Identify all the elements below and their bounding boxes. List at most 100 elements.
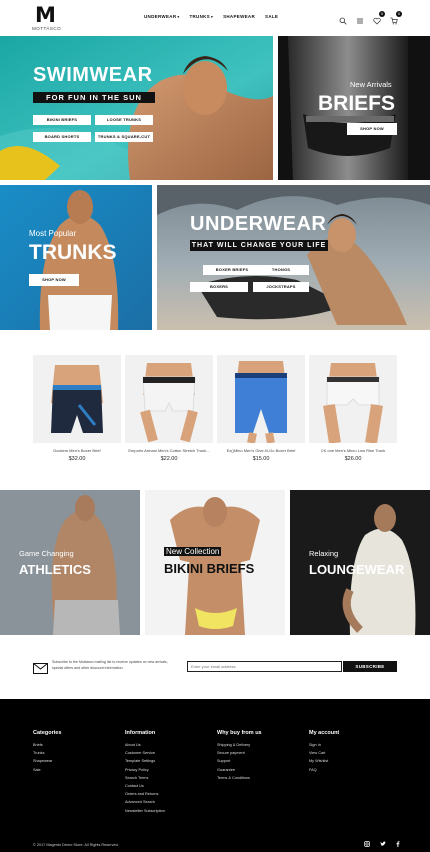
nav-sale-label: SALE bbox=[265, 14, 279, 19]
footer-heading: Information bbox=[125, 730, 156, 736]
athletics-kicker: Game Changing bbox=[19, 549, 74, 558]
newsletter-email-input[interactable] bbox=[187, 661, 342, 672]
footer-link[interactable]: Contact Us bbox=[125, 784, 165, 788]
nav-shapewear[interactable]: SHAPEWEAR bbox=[223, 14, 255, 19]
footer-information: Information About Us Customer Service Te… bbox=[125, 730, 165, 817]
trunks-shop-now-button[interactable]: SHOP NOW bbox=[29, 274, 79, 286]
trunks-title: TRUNKS bbox=[29, 241, 117, 264]
footer-link[interactable]: Terms & Conditions bbox=[217, 776, 262, 780]
header-icons: 0 0 bbox=[339, 11, 402, 25]
footer-my-account: My account Sign In View Cart My Wishlist… bbox=[309, 730, 339, 776]
underwear-photo bbox=[157, 185, 430, 330]
product-image[interactable] bbox=[309, 355, 397, 443]
search-icon[interactable] bbox=[339, 12, 347, 25]
nav-trunks-label: TRUNKS bbox=[189, 14, 210, 19]
footer-link[interactable]: Privacy Policy bbox=[125, 768, 165, 772]
product-card: Ex()Mino Men's Give-N-Go Boxer Brief $15… bbox=[217, 355, 305, 462]
product-price: $32.00 bbox=[68, 456, 86, 462]
product-name[interactable]: Emporio Armani Men's Cotton Stretch Trun… bbox=[125, 448, 213, 453]
nav-underwear[interactable]: UNDERWEAR▾ bbox=[144, 14, 179, 19]
footer-link[interactable]: Sale bbox=[33, 768, 61, 772]
swimwear-banner[interactable]: SWIMWEAR FOR FUN IN THE SUN BIKINI BRIEF… bbox=[0, 36, 273, 180]
footer-link[interactable]: Template Settings bbox=[125, 759, 165, 763]
product-card: Dockers Men's Boxer Brief $32.00 bbox=[33, 355, 121, 462]
main-nav: UNDERWEAR▾ TRUNKS▾ SHAPEWEAR SALE bbox=[144, 14, 278, 19]
bikini-briefs-kicker-text: New Collection bbox=[166, 547, 220, 556]
twitter-icon[interactable] bbox=[380, 841, 386, 849]
nav-shapewear-label: SHAPEWEAR bbox=[223, 14, 256, 19]
product-price: $15.00 bbox=[252, 456, 270, 462]
footer-link[interactable]: Support bbox=[217, 759, 262, 763]
briefs-banner[interactable]: New Arrivals BRIEFS SHOP NOW bbox=[278, 36, 430, 180]
logo-name: MOTTASCO bbox=[32, 26, 62, 31]
footer-heading: Why buy from us bbox=[217, 730, 262, 736]
footer-link[interactable]: Search Terms bbox=[125, 776, 165, 780]
footer-link[interactable]: Briefs bbox=[33, 743, 61, 747]
product-name[interactable]: Dockers Men's Boxer Brief bbox=[33, 448, 121, 453]
footer-categories: Categories Briefs Trunks Shapewear Sale bbox=[33, 730, 61, 776]
product-card: Emporio Armani Men's Cotton Stretch Trun… bbox=[125, 355, 213, 462]
footer-link[interactable]: Trunks bbox=[33, 751, 61, 755]
product-price: $26.00 bbox=[344, 456, 362, 462]
logo[interactable]: M MOTTASCO bbox=[32, 3, 62, 32]
newsletter-text: Subscribe to the Mottasco mailing list t… bbox=[52, 660, 168, 670]
wishlist-count: 0 bbox=[379, 11, 385, 17]
footer-link[interactable]: Advanced Search bbox=[125, 800, 165, 804]
bikini-briefs-kicker: New Collection bbox=[164, 547, 222, 556]
boxers-button[interactable]: BOXERS bbox=[190, 282, 248, 292]
footer-link[interactable]: Shipping & Delivery bbox=[217, 743, 262, 747]
product-image[interactable] bbox=[33, 355, 121, 443]
bikini-briefs-tile[interactable]: New Collection BIKINI BRIEFS bbox=[145, 490, 285, 635]
trunks-square-cut-button[interactable]: TRUNKS & SQUARE-CUT bbox=[95, 132, 153, 142]
underwear-title: UNDERWEAR bbox=[190, 213, 327, 235]
cart-icon[interactable]: 0 bbox=[390, 11, 402, 25]
loose-trunks-button[interactable]: LOOSE TRUNKS bbox=[95, 115, 153, 125]
product-card: CK one Men's Micro Low Rise Trunk $26.00 bbox=[309, 355, 397, 462]
footer-link[interactable]: Customer Service bbox=[125, 751, 165, 755]
trunks-banner[interactable]: Most Popular TRUNKS SHOP NOW bbox=[0, 185, 152, 330]
thongs-button[interactable]: THONGS bbox=[253, 265, 309, 275]
product-image[interactable] bbox=[125, 355, 213, 443]
product-image[interactable] bbox=[217, 355, 305, 443]
footer-link[interactable]: Secure payment bbox=[217, 751, 262, 755]
logo-mark: M bbox=[35, 3, 56, 27]
footer-link[interactable]: Sign In bbox=[309, 743, 339, 747]
facebook-icon[interactable] bbox=[395, 841, 401, 849]
copyright-text: © 2017 Magento Demo Store. All Rights Re… bbox=[33, 843, 119, 847]
briefs-shop-now-button[interactable]: SHOP NOW bbox=[347, 123, 397, 135]
footer-heading: Categories bbox=[33, 730, 62, 736]
footer-link[interactable]: Orders and Returns bbox=[125, 792, 165, 796]
underwear-banner[interactable]: UNDERWEAR THAT WILL CHANGE YOUR LIFE BOX… bbox=[157, 185, 430, 330]
site-header: M MOTTASCO UNDERWEAR▾ TRUNKS▾ SHAPEWEAR … bbox=[0, 0, 430, 36]
board-shorts-button[interactable]: BOARD SHORTS bbox=[33, 132, 91, 142]
subscribe-button[interactable]: SUBSCRIBE bbox=[343, 661, 397, 672]
instagram-icon[interactable] bbox=[364, 841, 370, 849]
product-name[interactable]: Ex()Mino Men's Give-N-Go Boxer Brief bbox=[217, 448, 305, 453]
footer-link[interactable]: FAQ bbox=[309, 768, 339, 772]
nav-sale[interactable]: SALE bbox=[265, 14, 278, 19]
footer-link[interactable]: About Us bbox=[125, 743, 165, 747]
jockstraps-button[interactable]: JOCKSTRAPS bbox=[253, 282, 309, 292]
footer-link[interactable]: Guarantee bbox=[217, 768, 262, 772]
footer-heading: My account bbox=[309, 730, 340, 736]
chevron-down-icon: ▾ bbox=[211, 15, 214, 19]
wishlist-icon[interactable]: 0 bbox=[373, 11, 385, 25]
underwear-subtitle: THAT WILL CHANGE YOUR LIFE bbox=[190, 240, 328, 251]
menu-icon[interactable] bbox=[356, 12, 364, 24]
briefs-kicker: New Arrivals bbox=[350, 80, 392, 89]
loungewear-tile[interactable]: Relaxing LOUNGEWEAR bbox=[290, 490, 430, 635]
briefs-title: BRIEFS bbox=[318, 92, 396, 115]
athletics-title: ATHLETICS bbox=[19, 562, 91, 577]
nav-trunks[interactable]: TRUNKS▾ bbox=[189, 14, 213, 19]
athletics-tile[interactable]: Game Changing ATHLETICS bbox=[0, 490, 140, 635]
envelope-icon bbox=[33, 661, 48, 674]
footer-link[interactable]: View Cart bbox=[309, 751, 339, 755]
bikini-briefs-button[interactable]: BIKINI BRIEFS bbox=[33, 115, 91, 125]
product-name[interactable]: CK one Men's Micro Low Rise Trunk bbox=[309, 448, 397, 453]
footer-link[interactable]: My Wishlist bbox=[309, 759, 339, 763]
footer-link[interactable]: Newsletter Subscription bbox=[125, 809, 165, 813]
cart-count: 0 bbox=[396, 11, 402, 17]
footer-link[interactable]: Shapewear bbox=[33, 759, 61, 763]
trunks-kicker: Most Popular bbox=[29, 229, 77, 238]
swimwear-subtitle: FOR FUN IN THE SUN bbox=[33, 92, 155, 103]
